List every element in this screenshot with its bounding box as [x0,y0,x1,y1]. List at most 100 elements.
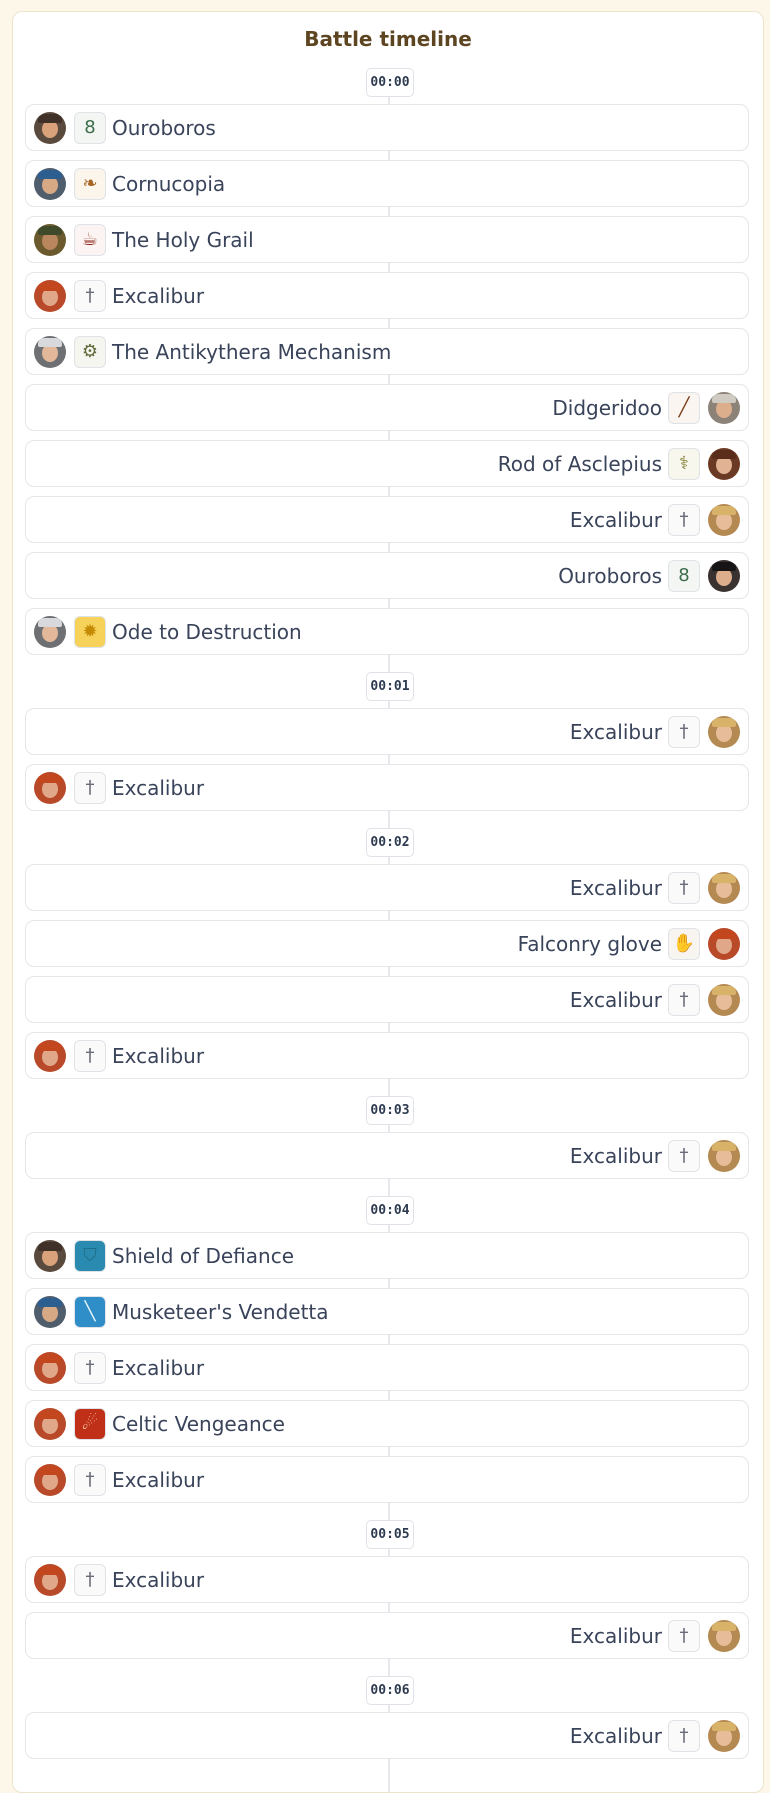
ouroboros-icon: 8 [74,111,106,144]
event-label: Excalibur [112,1043,205,1068]
event-label: Excalibur [112,1467,205,1492]
timeline-event[interactable]: ⚕ Rod of Asclepius [25,440,749,487]
event-label: Cornucopia [112,171,226,196]
event-label: Excalibur [569,987,662,1012]
timeline-event[interactable]: ╲ Musketeer's Vendetta [25,1288,749,1335]
timeline-event[interactable]: ✋ Falconry glove [25,920,749,967]
event-label: Shield of Defiance [112,1243,295,1268]
hero-avatar-hair [38,337,62,347]
time-marker: 00:00 [366,68,414,97]
timeline-event[interactable]: † Excalibur [25,1712,749,1759]
time-marker: 00:04 [366,1196,414,1225]
hero-avatar-hair [712,1141,736,1151]
timeline-event[interactable]: ╱ Didgeridoo [25,384,749,431]
event-label: Excalibur [112,775,205,800]
timeline-event[interactable]: † Excalibur [25,1132,749,1179]
hero-avatar [708,927,740,960]
event-label: Excalibur [112,1567,205,1592]
hero-avatar-hair [38,1041,62,1051]
excalibur-icon: † [74,1463,106,1496]
event-label: Excalibur [569,507,662,532]
ouroboros-icon: 8 [668,559,700,592]
hero-avatar [34,771,66,804]
hero-avatar-hair [38,113,62,123]
event-label: Excalibur [569,719,662,744]
timeline-event[interactable]: ⛉ Shield of Defiance [25,1232,749,1279]
timeline-event[interactable]: † Excalibur [25,708,749,755]
hero-avatar-hair [712,561,736,571]
excalibur-icon: † [668,871,700,904]
timeline-event[interactable]: † Excalibur [25,1612,749,1659]
hero-avatar-hair [38,1409,62,1419]
timeline-event[interactable]: ☄ Celtic Vengeance [25,1400,749,1447]
rod-of-asclepius-icon: ⚕ [668,447,700,480]
shield-of-defiance-icon: ⛉ [74,1239,106,1272]
hero-avatar-hair [38,1565,62,1575]
event-label: Excalibur [569,875,662,900]
hero-avatar-hair [712,505,736,515]
hero-avatar [34,615,66,648]
hero-avatar [708,1719,740,1752]
excalibur-icon: † [74,771,106,804]
hero-avatar [34,279,66,312]
excalibur-icon: † [668,715,700,748]
timeline-event[interactable]: ☕ The Holy Grail [25,216,749,263]
event-label: Excalibur [569,1723,662,1748]
timeline-event[interactable]: ❧ Cornucopia [25,160,749,207]
hero-avatar [708,447,740,480]
falconry-glove-icon: ✋ [668,927,700,960]
hero-avatar [708,715,740,748]
timeline-event[interactable]: 8 Ouroboros [25,104,749,151]
event-label: Ouroboros [558,563,662,588]
timeline-event[interactable]: † Excalibur [25,496,749,543]
hero-avatar-hair [38,1297,62,1307]
time-marker: 00:02 [366,828,414,857]
timeline-event[interactable]: ⚙ The Antikythera Mechanism [25,328,749,375]
timeline-event[interactable]: † Excalibur [25,764,749,811]
event-label: Excalibur [569,1623,662,1648]
hero-avatar-hair [38,225,62,235]
timeline-event[interactable]: † Excalibur [25,1556,749,1603]
hero-avatar [708,503,740,536]
time-marker: 00:01 [366,672,414,701]
hero-avatar [708,1139,740,1172]
timeline-event[interactable]: † Excalibur [25,1032,749,1079]
musketeers-vendetta-icon: ╲ [74,1295,106,1328]
cornucopia-icon: ❧ [74,167,106,200]
excalibur-icon: † [74,1563,106,1596]
timeline-event[interactable]: 8 Ouroboros [25,552,749,599]
hero-avatar-hair [38,1465,62,1475]
hero-avatar-hair [38,169,62,179]
hero-avatar [708,983,740,1016]
time-marker: 00:05 [366,1520,414,1549]
ode-to-destruction-icon: ✹ [74,615,106,648]
hero-avatar-hair [712,929,736,939]
timeline-event[interactable]: ✹ Ode to Destruction [25,608,749,655]
excalibur-icon: † [668,503,700,536]
hero-avatar [34,335,66,368]
event-label: Excalibur [112,1355,205,1380]
hero-avatar-hair [38,281,62,291]
hero-avatar [708,871,740,904]
hero-avatar [34,223,66,256]
hero-avatar-hair [38,1353,62,1363]
page-title: Battle timeline [304,27,472,51]
event-label: The Holy Grail [112,227,254,252]
timeline-event[interactable]: † Excalibur [25,1344,749,1391]
timeline-event[interactable]: † Excalibur [25,1456,749,1503]
timeline-event[interactable]: † Excalibur [25,976,749,1023]
hero-avatar-hair [712,1721,736,1731]
antikythera-mechanism-icon: ⚙ [74,335,106,368]
excalibur-icon: † [668,983,700,1016]
timeline-event[interactable]: † Excalibur [25,272,749,319]
timeline-event[interactable]: † Excalibur [25,864,749,911]
excalibur-icon: † [74,1039,106,1072]
hero-avatar-hair [712,873,736,883]
excalibur-icon: † [668,1619,700,1652]
hero-avatar-hair [712,393,736,403]
event-label: Musketeer's Vendetta [112,1299,329,1324]
hero-avatar [34,1351,66,1384]
didgeridoo-icon: ╱ [668,391,700,424]
hero-avatar [34,1295,66,1328]
event-label: Ouroboros [112,115,216,140]
